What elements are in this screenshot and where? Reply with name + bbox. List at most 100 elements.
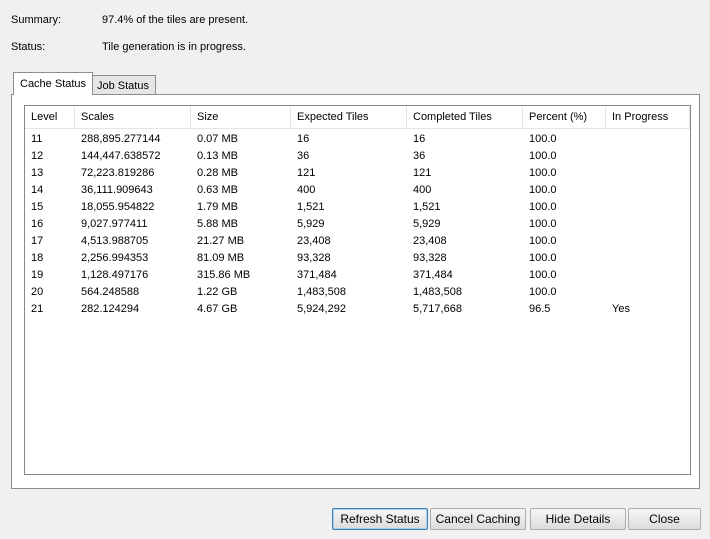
cell-scales: 144,447.638572 — [81, 150, 161, 162]
cell-size: 4.67 GB — [197, 303, 238, 315]
cell-level: 11 — [31, 133, 43, 145]
cell-completed-tiles: 16 — [413, 133, 426, 145]
cell-level: 21 — [31, 303, 44, 315]
column-header-level[interactable]: Level — [25, 106, 75, 128]
table-row[interactable]: 19 1,128.497176 315.86 MB 371,484 371,484 100… — [25, 267, 690, 284]
cell-size: 1.22 GB — [197, 286, 238, 298]
tab-cache-status[interactable]: Cache Status — [13, 72, 94, 95]
cell-scales: 2,256.994353 — [81, 252, 149, 264]
column-header-scales[interactable]: Scales — [75, 106, 191, 128]
cell-in-progress: Yes — [612, 303, 630, 315]
cell-scales: 282.124294 — [81, 303, 140, 315]
cell-scales: 4,513.988705 — [81, 235, 149, 247]
table-row[interactable]: 21 282.124294 4.67 GB 5,924,292 5,717,668 96.… — [25, 301, 690, 318]
cell-completed-tiles: 5,717,668 — [413, 303, 462, 315]
table-row[interactable]: 16 9,027.977411 5.88 MB 5,929 5,929 100.0 — [25, 216, 690, 233]
cell-expected-tiles: 400 — [297, 184, 316, 196]
close-button[interactable]: Close — [628, 508, 701, 530]
tab-job-status-label: Job Status — [97, 80, 149, 92]
cell-level: 17 — [31, 235, 44, 247]
cell-percent: 100.0 — [529, 286, 557, 298]
tab-job-status[interactable]: Job Status — [90, 75, 156, 95]
column-header-size[interactable]: Size — [191, 106, 291, 128]
cell-percent: 100.0 — [529, 133, 557, 145]
cell-scales: 564.248588 — [81, 286, 140, 298]
cell-completed-tiles: 371,484 — [413, 269, 453, 281]
cell-scales: 18,055.954822 — [81, 201, 155, 213]
tab-cache-status-label: Cache Status — [20, 78, 87, 90]
cell-level: 18 — [31, 252, 44, 264]
table-row[interactable]: 18 2,256.994353 81.09 MB 93,328 93,328 100.0 — [25, 250, 690, 267]
cell-percent: 100.0 — [529, 150, 557, 162]
cell-percent: 100.0 — [529, 184, 557, 196]
cell-scales: 1,128.497176 — [81, 269, 149, 281]
cancel-caching-button[interactable]: Cancel Caching — [430, 508, 526, 530]
cell-percent: 100.0 — [529, 252, 557, 264]
cache-status-panel: Level Scales Size Expected Tiles Complet… — [11, 94, 700, 489]
status-value: Tile generation is in progress. — [102, 41, 246, 53]
cell-level: 16 — [31, 218, 44, 230]
summary-value: 97.4% of the tiles are present. — [102, 14, 249, 26]
cell-expected-tiles: 23,408 — [297, 235, 331, 247]
cell-expected-tiles: 1,521 — [297, 201, 325, 213]
cell-scales: 36,111.909643 — [81, 184, 153, 196]
cache-status-table[interactable]: Level Scales Size Expected Tiles Complet… — [24, 105, 691, 475]
cell-size: 0.07 MB — [197, 133, 238, 145]
column-header-expected-tiles[interactable]: Expected Tiles — [291, 106, 407, 128]
table-header: Level Scales Size Expected Tiles Complet… — [25, 106, 690, 129]
cell-size: 21.27 MB — [197, 235, 245, 247]
column-header-completed-tiles[interactable]: Completed Tiles — [407, 106, 523, 128]
cell-completed-tiles: 400 — [413, 184, 432, 196]
cell-percent: 100.0 — [529, 235, 557, 247]
cell-size: 0.13 MB — [197, 150, 238, 162]
cell-completed-tiles: 1,483,508 — [413, 286, 462, 298]
cell-level: 20 — [31, 286, 44, 298]
cell-completed-tiles: 121 — [413, 167, 432, 179]
cell-percent: 100.0 — [529, 218, 557, 230]
cell-size: 0.28 MB — [197, 167, 238, 179]
cell-scales: 72,223.819286 — [81, 167, 155, 179]
hide-details-button[interactable]: Hide Details — [530, 508, 626, 530]
cell-size: 315.86 MB — [197, 269, 251, 281]
cell-completed-tiles: 93,328 — [413, 252, 447, 264]
cell-expected-tiles: 16 — [297, 133, 310, 145]
table-row[interactable]: 12 144,447.638572 0.13 MB 36 36 100.0 — [25, 148, 690, 165]
table-row[interactable]: 17 4,513.988705 21.27 MB 23,408 23,408 100.0 — [25, 233, 690, 250]
cell-percent: 96.5 — [529, 303, 551, 315]
cell-size: 5.88 MB — [197, 218, 238, 230]
cell-percent: 100.0 — [529, 167, 557, 179]
cell-percent: 100.0 — [529, 201, 557, 213]
cell-completed-tiles: 36 — [413, 150, 426, 162]
cell-level: 13 — [31, 167, 44, 179]
cell-expected-tiles: 121 — [297, 167, 316, 179]
refresh-status-button[interactable]: Refresh Status — [332, 508, 428, 530]
cell-expected-tiles: 1,483,508 — [297, 286, 346, 298]
summary-label: Summary: — [11, 14, 62, 26]
cell-expected-tiles: 5,929 — [297, 218, 325, 230]
cell-expected-tiles: 371,484 — [297, 269, 337, 281]
cell-level: 15 — [31, 201, 44, 213]
cell-expected-tiles: 5,924,292 — [297, 303, 346, 315]
cell-completed-tiles: 1,521 — [413, 201, 441, 213]
table-row[interactable]: 15 18,055.954822 1.79 MB 1,521 1,521 100.0 — [25, 199, 690, 216]
cell-completed-tiles: 5,929 — [413, 218, 441, 230]
table-row[interactable]: 13 72,223.819286 0.28 MB 121 121 100.0 — [25, 165, 690, 182]
cell-size: 81.09 MB — [197, 252, 245, 264]
cell-level: 19 — [31, 269, 44, 281]
cell-size: 1.79 MB — [197, 201, 238, 213]
cell-expected-tiles: 93,328 — [297, 252, 331, 264]
table-row[interactable]: 14 36,111.909643 0.63 MB 400 400 100.0 — [25, 182, 690, 199]
column-header-percent[interactable]: Percent (%) — [523, 106, 606, 128]
cell-level: 12 — [31, 150, 44, 162]
cell-level: 14 — [31, 184, 44, 196]
cell-scales: 288,895.277144 — [81, 133, 161, 145]
cell-percent: 100.0 — [529, 269, 557, 281]
cell-completed-tiles: 23,408 — [413, 235, 447, 247]
table-row[interactable]: 11 288,895.277144 0.07 MB 16 16 100.0 — [25, 131, 690, 148]
cell-expected-tiles: 36 — [297, 150, 310, 162]
cell-scales: 9,027.977411 — [81, 218, 148, 230]
column-header-in-progress[interactable]: In Progress — [606, 106, 690, 128]
status-label: Status: — [11, 41, 46, 53]
table-row[interactable]: 20 564.248588 1.22 GB 1,483,508 1,483,508 100… — [25, 284, 690, 301]
cell-size: 0.63 MB — [197, 184, 238, 196]
